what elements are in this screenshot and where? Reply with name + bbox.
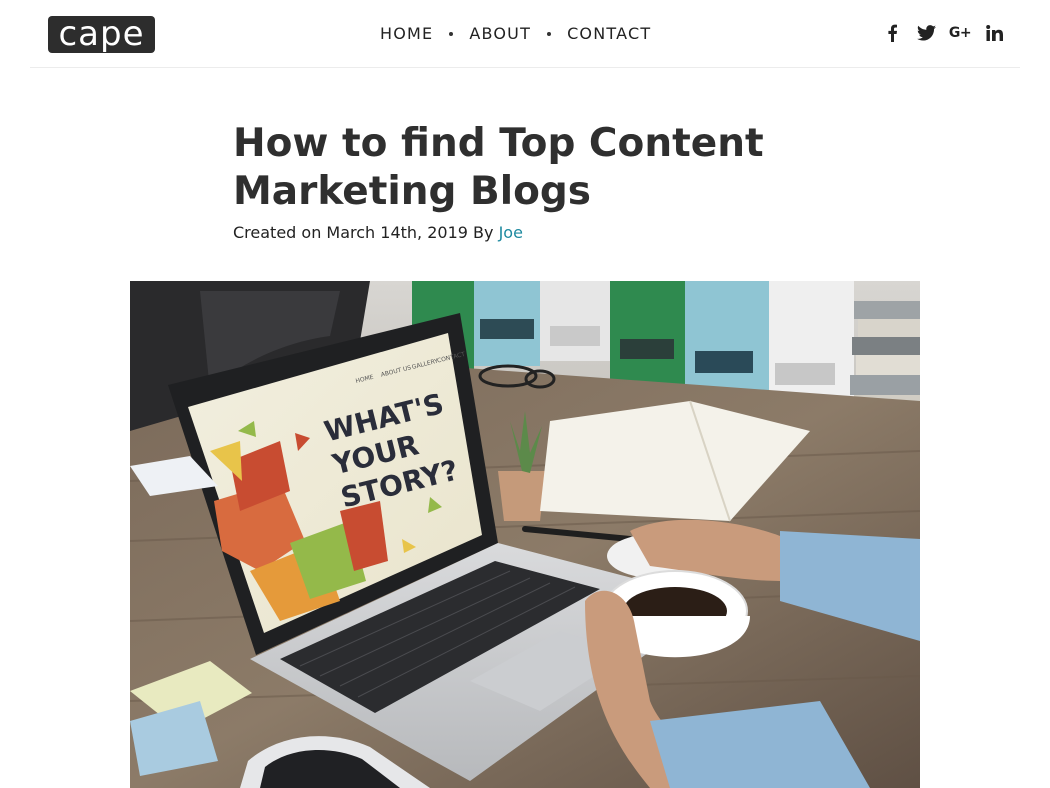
nav-item-home[interactable]: HOME: [380, 22, 433, 46]
article-byline: Created on March 14th, 2019 By Joe: [233, 222, 523, 244]
main-nav: HOME ABOUT CONTACT: [380, 22, 651, 46]
created-date-text: Created on March 14th, 2019 By: [233, 223, 494, 242]
article-title: How to find Top Content Marketing Blogs: [233, 121, 764, 214]
nav-item-contact[interactable]: CONTACT: [567, 22, 651, 46]
linkedin-icon[interactable]: [984, 23, 1004, 43]
google-plus-icon[interactable]: G+: [949, 23, 972, 43]
author-link[interactable]: Joe: [499, 223, 523, 242]
nav-separator: [449, 32, 454, 36]
header-divider: [30, 67, 1020, 68]
hero-image: WHAT'S YOUR STORY? HOME ABOUT US GALLERY…: [130, 281, 920, 788]
site-logo[interactable]: cape: [48, 16, 155, 53]
site-header: cape HOME ABOUT CONTACT G+: [0, 0, 1050, 68]
social-links: G+: [882, 22, 1004, 44]
facebook-icon[interactable]: [882, 23, 902, 43]
twitter-icon[interactable]: [916, 23, 936, 43]
nav-item-about[interactable]: ABOUT: [469, 22, 531, 46]
nav-separator: [547, 32, 552, 36]
